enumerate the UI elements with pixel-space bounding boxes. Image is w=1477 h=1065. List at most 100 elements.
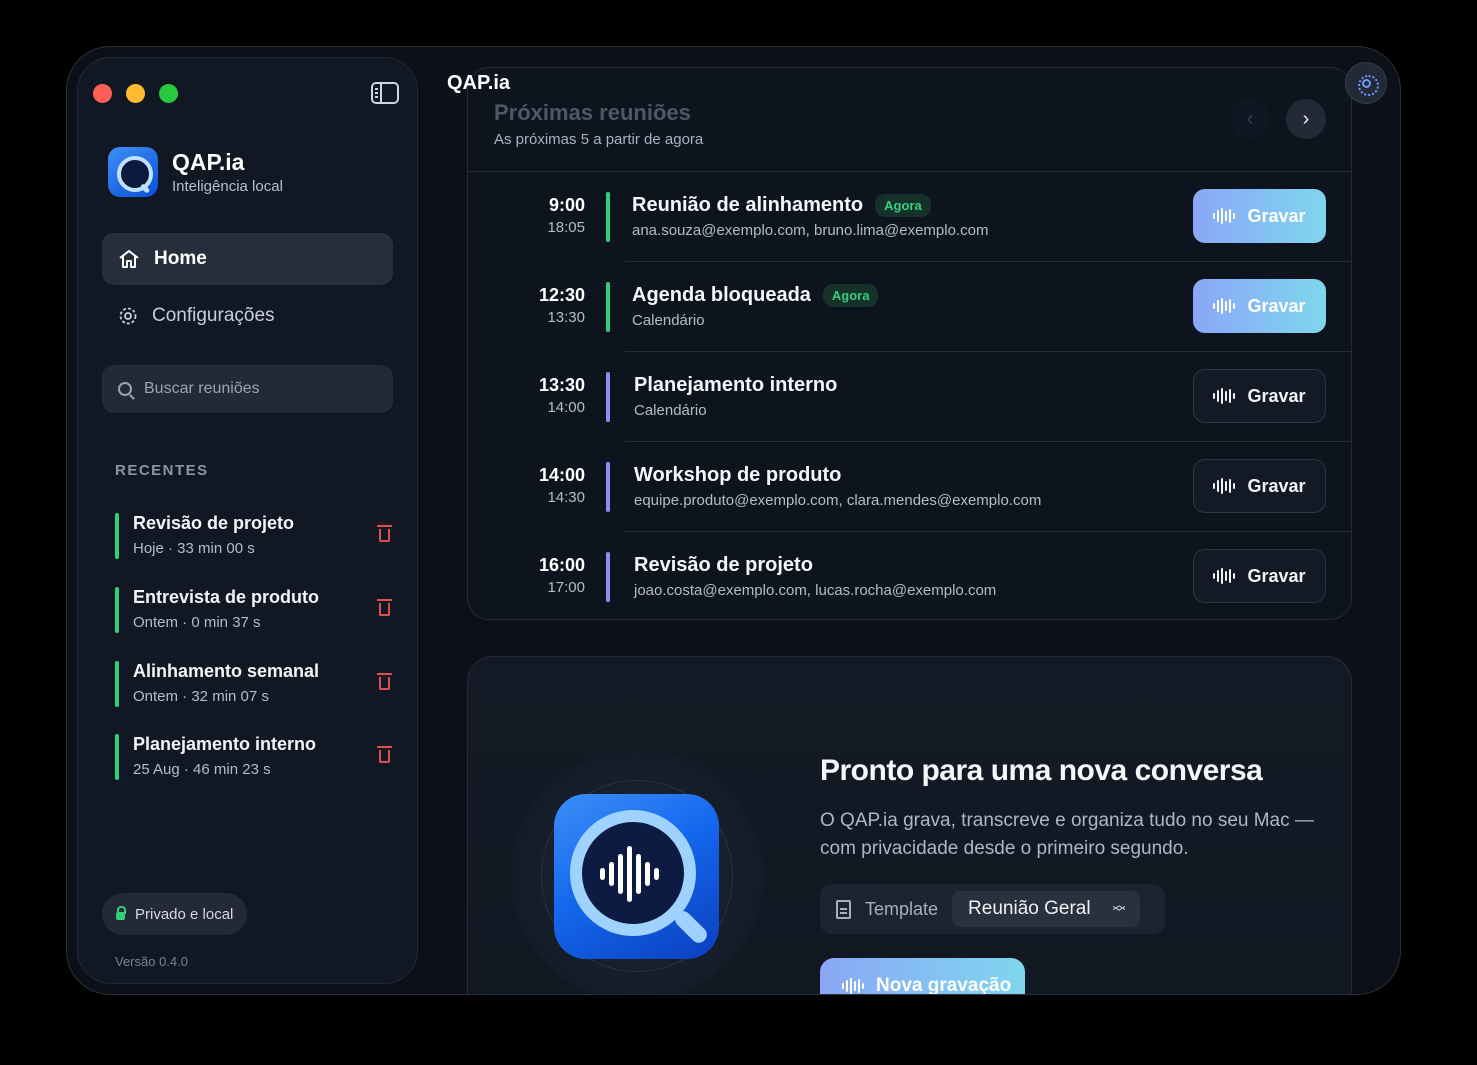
previous-page-button[interactable]: ‹ — [1230, 99, 1270, 139]
meeting-title-text: Workshop de produto — [634, 464, 842, 486]
upcoming-title: Próximas reuniões — [494, 100, 691, 125]
theme-toggle-button[interactable] — [1345, 62, 1387, 104]
meeting-start-time: 14:00 — [538, 465, 585, 485]
meeting-start-time: 12:30 — [538, 285, 585, 305]
gear-icon — [119, 307, 137, 325]
trash-icon[interactable] — [377, 746, 392, 763]
template-select[interactable]: Reunião Geral ︿ ﹀ — [952, 891, 1140, 927]
record-button[interactable]: Gravar — [1193, 549, 1326, 603]
trash-icon[interactable] — [377, 673, 392, 690]
sidebar-item-settings[interactable]: Configurações — [102, 290, 393, 342]
waveform-icon — [1213, 478, 1236, 494]
page-title: QAP.ia — [447, 72, 510, 94]
recent-item-meta: Hoje · 33 min 00 s — [133, 540, 255, 557]
waveform-icon — [1213, 208, 1236, 224]
record-button-label: Gravar — [1247, 475, 1306, 496]
meeting-end-time: 14:00 — [547, 399, 585, 416]
sidebar-toggle-icon[interactable] — [371, 82, 399, 104]
recent-item-name: Entrevista de produto — [133, 587, 320, 607]
record-button-label: Gravar — [1247, 295, 1306, 316]
meeting-status-bar — [606, 192, 610, 242]
meeting-status-bar — [606, 372, 610, 422]
sidebar-item-home[interactable]: Home — [102, 233, 393, 285]
brand-subtitle: Inteligência local — [172, 178, 283, 195]
meeting-start-time: 16:00 — [538, 555, 585, 575]
brand: QAP.ia Inteligência local — [108, 147, 283, 197]
now-badge: Agora — [875, 194, 931, 217]
lock-icon — [116, 906, 126, 920]
record-button[interactable]: Gravar — [1193, 459, 1326, 513]
recent-item-name: Alinhamento semanal — [133, 661, 320, 681]
meeting-title: Planejamento interno — [634, 374, 837, 397]
meeting-row: 13:30 14:00 Planejamento interno Calendá… — [468, 352, 1351, 442]
meeting-title: Reunião de alinhamento Agora — [632, 194, 931, 217]
recent-item-meta: Ontem · 32 min 07 s — [133, 688, 269, 705]
next-page-button[interactable]: › — [1286, 99, 1326, 139]
recent-item[interactable]: Entrevista de produto Ontem · 0 min 37 s — [115, 587, 392, 633]
recent-item-name: Revisão de projeto — [133, 513, 295, 533]
search-input[interactable]: Buscar reuniões — [102, 365, 393, 413]
meeting-source: Calendário — [632, 312, 705, 329]
meeting-title-text: Reunião de alinhamento — [632, 194, 864, 216]
waveform-icon — [842, 978, 864, 994]
chevron-left-icon: ‹ — [1246, 107, 1254, 130]
meeting-row: 14:00 14:30 Workshop de produto equipe.p… — [468, 442, 1351, 532]
meeting-status-bar — [606, 552, 610, 602]
recent-item[interactable]: Planejamento interno 25 Aug · 46 min 23 … — [115, 734, 392, 780]
record-button-label: Gravar — [1247, 385, 1306, 406]
meeting-row: 9:00 18:05 Reunião de alinhamento Agora … — [468, 172, 1351, 262]
recent-item[interactable]: Alinhamento semanal Ontem · 32 min 07 s — [115, 661, 392, 707]
record-button-label: Gravar — [1247, 205, 1306, 226]
meeting-status-bar — [606, 462, 610, 512]
app-version: Versão 0.4.0 — [115, 954, 188, 969]
ready-title: Pronto para uma nova conversa — [820, 754, 1263, 787]
meeting-title-text: Revisão de projeto — [634, 554, 813, 576]
brand-name: QAP.ia — [172, 149, 245, 175]
trash-icon[interactable] — [377, 525, 392, 542]
waveform-icon — [1213, 298, 1236, 314]
meeting-end-time: 14:30 — [547, 489, 585, 506]
meeting-row: 12:30 13:30 Agenda bloqueada Agora Calen… — [468, 262, 1351, 352]
sidebar-item-label: Home — [154, 248, 207, 269]
meeting-status-bar — [606, 282, 610, 332]
close-window-button[interactable] — [93, 84, 112, 103]
sun-icon — [1357, 74, 1379, 96]
privacy-badge: Privado e local — [102, 893, 248, 935]
privacy-badge-label: Privado e local — [135, 905, 234, 923]
waveform-icon — [1213, 568, 1236, 584]
meeting-end-time: 18:05 — [547, 219, 585, 236]
recent-section-title: RECENTES — [115, 462, 209, 479]
search-icon — [118, 382, 132, 396]
meeting-title: Revisão de projeto — [634, 554, 813, 577]
search-placeholder: Buscar reuniões — [144, 380, 260, 397]
meeting-start-time: 13:30 — [538, 375, 585, 395]
meeting-end-time: 17:00 — [547, 579, 585, 596]
meeting-title-text: Agenda bloqueada — [632, 284, 811, 306]
meeting-title: Agenda bloqueada Agora — [632, 284, 879, 307]
meeting-source: Calendário — [634, 402, 707, 419]
meeting-attendees: ana.souza@exemplo.com, bruno.lima@exempl… — [632, 222, 989, 239]
window-controls — [93, 84, 178, 103]
recent-item[interactable]: Revisão de projeto Hoje · 33 min 00 s — [115, 513, 392, 559]
minimize-window-button[interactable] — [126, 84, 145, 103]
recent-item-name: Planejamento interno — [133, 734, 317, 754]
record-button[interactable]: Gravar — [1193, 369, 1326, 423]
zoom-window-button[interactable] — [159, 84, 178, 103]
sidebar-item-label: Configurações — [152, 305, 275, 326]
recent-item-meta: 25 Aug · 46 min 23 s — [133, 761, 271, 778]
waveform-icon — [1213, 388, 1236, 404]
upcoming-meetings-card: Próximas reuniões As próximas 5 a partir… — [467, 67, 1352, 620]
app-logo-icon — [108, 147, 158, 197]
template-select-value: Reunião Geral — [968, 898, 1091, 919]
app-window: QAP.ia Inteligência local Home Configura… — [66, 46, 1401, 995]
new-recording-label: Nova gravação — [876, 975, 1012, 995]
meeting-attendees: joao.costa@exemplo.com, lucas.rocha@exem… — [634, 582, 997, 599]
new-recording-button[interactable]: Nova gravação — [820, 958, 1025, 995]
trash-icon[interactable] — [377, 599, 392, 616]
record-button[interactable]: Gravar — [1193, 189, 1326, 243]
meeting-row: 16:00 17:00 Revisão de projeto joao.cost… — [468, 532, 1351, 619]
ready-description: O QAP.ia grava, transcreve e organiza tu… — [820, 810, 1314, 859]
record-button[interactable]: Gravar — [1193, 279, 1326, 333]
meeting-end-time: 13:30 — [547, 309, 585, 326]
waveform-icon — [600, 846, 659, 902]
